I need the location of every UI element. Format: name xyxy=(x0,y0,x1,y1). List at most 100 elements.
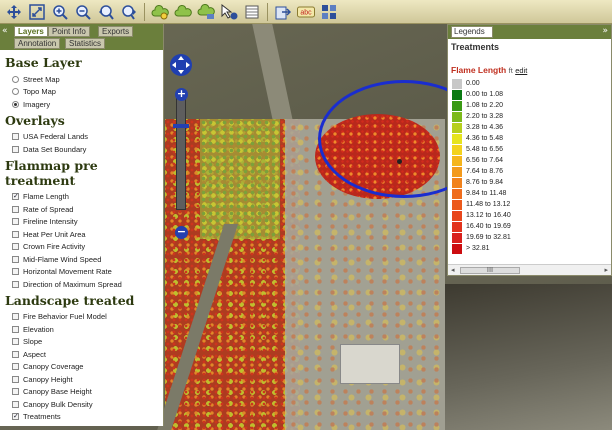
cloud-info-icon[interactable] xyxy=(196,2,216,21)
tab-annotation[interactable]: Annotation xyxy=(14,38,61,49)
flammap-item[interactable]: Horizontal Movement Rate xyxy=(5,266,163,279)
label-abc-icon[interactable]: abc xyxy=(296,2,316,21)
checkbox[interactable] xyxy=(12,375,19,383)
flammap-item[interactable]: ✓ Flame Length xyxy=(5,191,163,204)
checkbox[interactable] xyxy=(12,268,19,276)
zoom-slider[interactable] xyxy=(176,92,186,210)
cloud-add-icon[interactable] xyxy=(150,2,170,21)
base-layer-option[interactable]: Topo Map xyxy=(5,86,163,99)
checkbox[interactable] xyxy=(12,388,19,396)
scroll-right-icon[interactable]: ▸ xyxy=(604,266,608,274)
checkbox[interactable] xyxy=(12,363,19,371)
flammap-item[interactable]: Heat Per Unit Area xyxy=(5,228,163,241)
legend-entry-label: > 32.81 xyxy=(466,245,490,252)
legend-entry-label: 0.00 xyxy=(466,80,480,87)
tab-point-info[interactable]: Point Info xyxy=(48,26,90,37)
table-icon[interactable] xyxy=(242,2,262,21)
checkbox[interactable] xyxy=(12,218,19,226)
scroll-left-icon[interactable]: ◂ xyxy=(451,266,455,274)
legend-edit-link[interactable]: edit xyxy=(515,66,527,75)
radio-button[interactable] xyxy=(12,75,19,83)
collapse-panel-button[interactable]: « xyxy=(2,26,12,36)
checkbox[interactable] xyxy=(12,338,19,346)
scroll-thumb[interactable]: III xyxy=(460,267,520,274)
landscape-item[interactable]: Canopy Base Height xyxy=(5,386,163,399)
export-icon[interactable] xyxy=(273,2,293,21)
flammap-item[interactable]: Crown Fire Activity xyxy=(5,241,163,254)
radio-button[interactable] xyxy=(12,88,19,96)
tab-legends[interactable]: Legends xyxy=(451,26,493,38)
legend-entry-label: 13.12 to 16.40 xyxy=(466,212,511,219)
checkbox[interactable] xyxy=(12,400,19,408)
landscape-item[interactable]: Aspect xyxy=(5,348,163,361)
landscape-item[interactable]: Fire Behavior Fuel Model xyxy=(5,311,163,324)
legend-entry: 2.20 to 3.28 xyxy=(448,111,611,122)
pan-arrows-icon[interactable] xyxy=(4,2,24,21)
checkbox[interactable] xyxy=(12,325,19,333)
legend-horizontal-scrollbar[interactable]: ◂ III ▸ xyxy=(448,264,611,275)
overlay-item-label: USA Federal Lands xyxy=(23,132,89,142)
legend-entry-label: 11.48 to 13.12 xyxy=(466,201,511,208)
legend-entry: 3.28 to 4.36 xyxy=(448,122,611,133)
toolbar-divider xyxy=(144,2,145,21)
tab-exports[interactable]: Exports xyxy=(98,26,134,37)
zoom-extent-icon[interactable] xyxy=(27,2,47,21)
landscape-item[interactable]: Slope xyxy=(5,336,163,349)
layers-content: Base Layer Street Map Topo Map Imagery Ove… xyxy=(0,50,163,426)
expand-legend-button[interactable]: » xyxy=(602,26,608,36)
checkbox[interactable] xyxy=(12,313,19,321)
overlay-item[interactable]: USA Federal Lands xyxy=(5,131,163,144)
checkbox[interactable] xyxy=(12,280,19,288)
checkbox[interactable] xyxy=(12,243,19,251)
checkbox[interactable]: ✓ xyxy=(12,413,19,421)
flammap-item-label: Flame Length xyxy=(23,192,69,202)
legend-entry: 9.84 to 11.48 xyxy=(448,188,611,199)
tab-statistics[interactable]: Statistics xyxy=(65,38,106,49)
checkbox[interactable] xyxy=(12,205,19,213)
grid-tool-icon[interactable] xyxy=(319,2,339,21)
overlay-item[interactable]: Data Set Boundary xyxy=(5,143,163,156)
flammap-item[interactable]: Rate of Spread xyxy=(5,203,163,216)
landscape-item[interactable]: Canopy Bulk Density xyxy=(5,398,163,411)
landscape-item-label: Slope xyxy=(23,337,43,347)
flammap-item-label: Fireline Intensity xyxy=(23,217,78,227)
radio-button[interactable] xyxy=(12,100,19,108)
flammap-item[interactable]: Fireline Intensity xyxy=(5,216,163,229)
flammap-item[interactable]: Mid-Flame Wind Speed xyxy=(5,253,163,266)
landscape-item-label: Elevation xyxy=(23,324,54,334)
legend-swatch xyxy=(452,232,462,243)
legend-entry: 6.56 to 7.64 xyxy=(448,155,611,166)
landscape-item-label: Aspect xyxy=(23,349,46,359)
legend-swatch xyxy=(452,221,462,232)
checkbox[interactable] xyxy=(12,230,19,238)
base-layer-option-label: Topo Map xyxy=(23,87,56,97)
base-layer-option[interactable]: Imagery xyxy=(5,98,163,111)
zoom-in-icon[interactable] xyxy=(50,2,70,21)
landscape-item[interactable]: Elevation xyxy=(5,323,163,336)
landscape-item[interactable]: Canopy Coverage xyxy=(5,361,163,374)
zoom-previous-icon[interactable] xyxy=(96,2,116,21)
checkbox[interactable] xyxy=(12,255,19,263)
tab-layers[interactable]: Layers xyxy=(14,26,48,37)
zoom-in-button[interactable]: + xyxy=(175,88,188,101)
landscape-item[interactable]: Canopy Height xyxy=(5,373,163,386)
identify-cursor-icon[interactable] xyxy=(219,2,239,21)
pan-control[interactable] xyxy=(170,54,192,76)
zoom-out-button[interactable]: − xyxy=(175,226,188,239)
base-layer-option[interactable]: Street Map xyxy=(5,73,163,86)
legend-swatch xyxy=(452,111,462,122)
checkbox[interactable] xyxy=(12,145,19,153)
zoom-next-icon[interactable] xyxy=(119,2,139,21)
checkbox[interactable] xyxy=(12,350,19,358)
zoom-slider-handle[interactable] xyxy=(173,124,189,128)
legend-swatch xyxy=(452,100,462,111)
checkbox[interactable]: ✓ xyxy=(12,193,19,201)
zoom-out-icon[interactable] xyxy=(73,2,93,21)
base-layer-option-label: Street Map xyxy=(23,74,60,84)
landscape-item[interactable]: ✓Text Layer xyxy=(5,423,163,426)
checkbox[interactable] xyxy=(12,133,19,141)
landscape-item[interactable]: ✓ Treatments xyxy=(5,411,163,424)
legend-swatch xyxy=(452,210,462,221)
cloud-icon[interactable] xyxy=(173,2,193,21)
flammap-item[interactable]: Direction of Maximum Spread xyxy=(5,278,163,291)
